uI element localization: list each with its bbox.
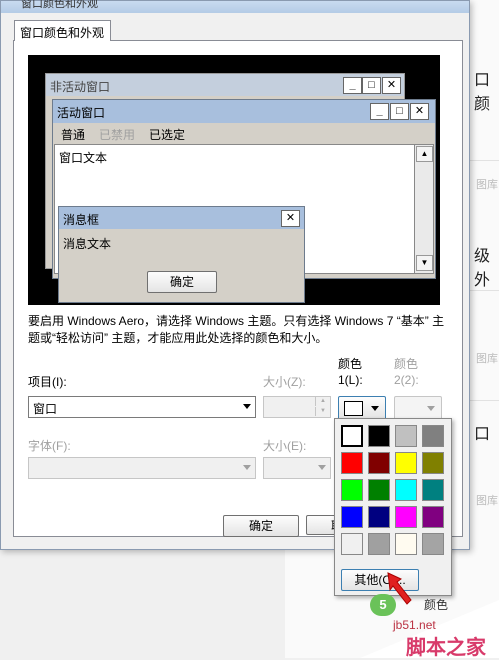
- font-size-label: 大小(E):: [263, 439, 307, 453]
- watermark-url: jb51.net: [393, 618, 436, 632]
- menu-selected[interactable]: 已选定: [149, 126, 185, 143]
- message-box-title: 消息框: [63, 213, 100, 227]
- background-divider: [470, 400, 499, 401]
- item-select-value: 窗口: [33, 402, 58, 416]
- color2-label-line2: 2(2):: [394, 373, 419, 387]
- preview-menubar: 普通 已禁用 已选定: [53, 123, 435, 143]
- message-box-titlebar[interactable]: 消息框 ✕: [59, 207, 304, 229]
- aero-hint-text: 要启用 Windows Aero，请选择 Windows 主题。只有选择 Win…: [28, 314, 445, 345]
- message-box-preview[interactable]: 消息框 ✕ 消息文本 确定: [58, 206, 305, 303]
- font-select[interactable]: [28, 457, 256, 479]
- chevron-down-icon: [371, 406, 379, 411]
- color2-button[interactable]: [394, 396, 442, 420]
- watermark-logo-text: 脚本之家: [406, 637, 486, 659]
- active-title: 活动窗口: [57, 106, 106, 120]
- color-swatch[interactable]: [395, 479, 417, 501]
- background-text: 图库: [476, 495, 498, 507]
- color1-label-line1: 颜色: [338, 357, 363, 371]
- tab-label: 窗口颜色和外观: [20, 26, 105, 40]
- maximize-icon: □: [390, 103, 409, 120]
- color-swatch[interactable]: [341, 506, 363, 528]
- background-text: 级外: [474, 248, 491, 289]
- color-swatch[interactable]: [368, 533, 390, 555]
- chevron-down-icon: [243, 465, 251, 470]
- minimize-icon: _: [343, 77, 362, 94]
- color-swatch[interactable]: [341, 479, 363, 501]
- color-swatch[interactable]: [368, 479, 390, 501]
- color-swatch[interactable]: [395, 425, 417, 447]
- spinner-up-icon[interactable]: ▲: [315, 397, 330, 406]
- maximize-icon: □: [362, 77, 381, 94]
- color-swatch[interactable]: [341, 452, 363, 474]
- item-select[interactable]: 窗口: [28, 396, 256, 418]
- color-swatch[interactable]: [368, 506, 390, 528]
- background-divider: [470, 290, 499, 291]
- color-swatch[interactable]: [341, 533, 363, 555]
- item-label: 项目(I):: [28, 375, 67, 389]
- size-spinner[interactable]: ▲ ▼: [263, 396, 331, 418]
- background-text: 口颜: [474, 72, 491, 113]
- ok-button[interactable]: 确定: [223, 515, 299, 537]
- window-text: 窗口文本: [59, 151, 108, 165]
- spinner-down-icon[interactable]: ▼: [315, 407, 330, 416]
- menu-normal[interactable]: 普通: [61, 126, 85, 143]
- close-icon: ✕: [410, 103, 429, 120]
- preview-ok-button[interactable]: 确定: [147, 271, 217, 293]
- color2-label-line1: 颜色: [394, 357, 419, 371]
- color-swatch[interactable]: [422, 533, 444, 555]
- color-swatch[interactable]: [422, 506, 444, 528]
- font-size-select[interactable]: [263, 457, 331, 479]
- background-text: 口: [474, 426, 491, 443]
- color-swatch[interactable]: [422, 425, 444, 447]
- tab-window-color[interactable]: 窗口颜色和外观: [14, 20, 111, 41]
- scroll-up-icon: ▲: [416, 146, 433, 162]
- chevron-down-icon: [243, 404, 251, 409]
- close-icon: ✕: [382, 77, 401, 94]
- inactive-title: 非活动窗口: [50, 80, 111, 94]
- background-text: 图库: [476, 179, 498, 191]
- color-swatch[interactable]: [395, 452, 417, 474]
- color-swatch[interactable]: [422, 479, 444, 501]
- color1-button[interactable]: [338, 396, 386, 420]
- active-titlebar[interactable]: 活动窗口 _ □ ✕: [53, 100, 435, 123]
- color-swatch[interactable]: [341, 425, 363, 447]
- dialog-title: 窗口颜色和外观: [21, 0, 98, 10]
- dialog-titlebar[interactable]: 窗口颜色和外观: [1, 0, 469, 13]
- font-label: 字体(F):: [28, 439, 71, 453]
- inactive-titlebar[interactable]: 非活动窗口 _ □ ✕: [46, 74, 404, 96]
- color1-label-line2: 1(L):: [338, 373, 363, 387]
- color-swatch[interactable]: [395, 533, 417, 555]
- background-text: 图库: [476, 353, 498, 365]
- color-swatch[interactable]: [422, 452, 444, 474]
- scroll-down-icon: ▼: [416, 255, 433, 271]
- preview-scrollbar[interactable]: ▲ ▼: [414, 144, 434, 274]
- size-label: 大小(Z):: [263, 375, 306, 389]
- color-swatch[interactable]: [368, 425, 390, 447]
- background-divider: [470, 160, 499, 161]
- color-swatch[interactable]: [368, 452, 390, 474]
- close-icon: ✕: [281, 210, 300, 227]
- message-text: 消息文本: [63, 237, 112, 251]
- color1-swatch: [344, 401, 363, 416]
- color-swatch[interactable]: [395, 506, 417, 528]
- chevron-down-icon: [318, 465, 326, 470]
- minimize-icon: _: [370, 103, 389, 120]
- chevron-down-icon: [427, 406, 435, 411]
- menu-disabled[interactable]: 已禁用: [99, 126, 135, 143]
